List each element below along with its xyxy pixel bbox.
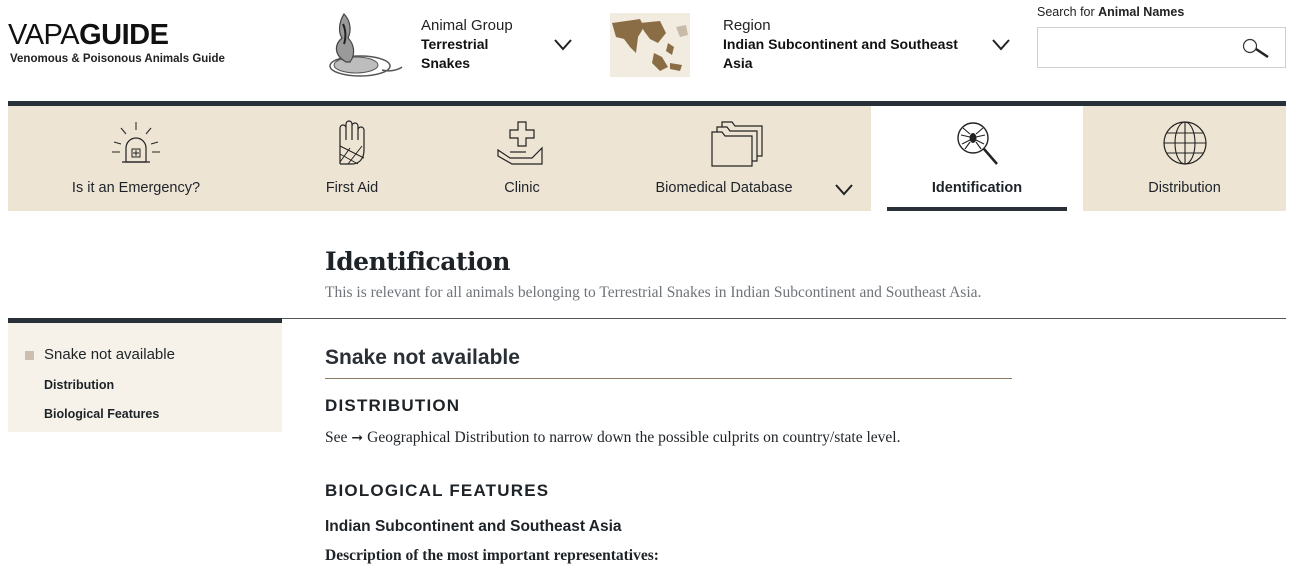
tab-emergency[interactable]: Is it an Emergency? <box>8 106 264 211</box>
biological-features-heading: BIOLOGICAL FEATURES <box>325 481 550 500</box>
sidebar-item-distribution[interactable]: Distribution <box>44 378 114 392</box>
tab-identification-label: Identification <box>931 180 1023 196</box>
distribution-heading: DISTRIBUTION <box>325 396 461 415</box>
region-label: Region <box>723 17 771 34</box>
search-icon[interactable] <box>1239 38 1275 58</box>
emergency-light-icon <box>112 122 160 163</box>
logo-light: VAPA <box>8 19 80 51</box>
active-tab-indicator <box>887 207 1067 211</box>
sidebar-top-border <box>8 318 282 323</box>
sidebar-bullet <box>25 351 34 360</box>
tab-distribution-label: Distribution <box>1148 180 1221 196</box>
folders-icon <box>711 121 763 167</box>
section-divider <box>325 378 1012 379</box>
logo-bold: GUIDE <box>79 19 169 51</box>
cobra-icon <box>329 13 403 77</box>
region-value-line2: Asia <box>723 55 753 71</box>
search-label-bold: Animal Names <box>1098 5 1185 19</box>
search-box[interactable] <box>1037 27 1286 68</box>
chevron-down-icon[interactable] <box>834 183 854 197</box>
animal-group-label: Animal Group <box>421 17 513 34</box>
tab-emergency-label: Is it an Emergency? <box>71 180 201 196</box>
chevron-down-icon[interactable] <box>991 38 1011 52</box>
hand-with-cross-icon <box>497 121 543 165</box>
tab-biomedical-database[interactable]: Biomedical Database <box>606 106 870 211</box>
tab-distribution[interactable]: Distribution <box>1083 106 1286 211</box>
page-subtitle: This is relevant for all animals belongi… <box>325 284 982 301</box>
globe-icon <box>1162 121 1207 165</box>
bandaged-hand-icon <box>339 120 365 165</box>
title-divider <box>282 318 1286 319</box>
tab-first-aid-label: First Aid <box>325 180 379 196</box>
geographical-distribution-link[interactable]: Geographical Distribution <box>367 429 529 446</box>
tab-biomedical-database-label: Biomedical Database <box>655 180 793 196</box>
tab-identification[interactable]: Identification <box>871 106 1083 211</box>
section-heading: Snake not available <box>325 346 520 369</box>
distribution-see-text: See <box>325 429 348 446</box>
region-selector[interactable]: Region Indian Subcontinent and Southeast… <box>723 17 983 73</box>
sidebar-item-snake-not-available[interactable]: Snake not available <box>44 346 175 363</box>
logo-subtitle: Venomous & Poisonous Animals Guide <box>10 53 225 65</box>
animal-group-value-line1: Terrestrial <box>421 36 489 52</box>
search-label: Search for Animal Names <box>1037 5 1184 19</box>
search-input[interactable] <box>1038 28 1238 66</box>
search-label-prefix: Search for <box>1037 5 1099 19</box>
animal-group-selector[interactable]: Animal Group Terrestrial Snakes <box>421 17 551 73</box>
page: VAPAGUIDE Venomous & Poisonous Animals G… <box>0 0 1291 577</box>
chevron-down-icon[interactable] <box>553 38 573 52</box>
arrow-right-icon: ➞ <box>351 430 364 446</box>
sidebar: Snake not available Distribution Biologi… <box>8 318 282 432</box>
page-title: Identification <box>325 247 510 276</box>
sidebar-item-biological-features[interactable]: Biological Features <box>44 407 159 421</box>
animal-group-value-line2: Snakes <box>421 55 471 71</box>
spider-magnifier-icon <box>957 122 998 165</box>
distribution-text: See ➞ Geographical Distribution to narrow … <box>325 429 900 447</box>
region-heading: Indian Subcontinent and Southeast Asia <box>325 518 622 535</box>
distribution-rest-text: to narrow down the possible culprits on … <box>529 429 901 446</box>
main-nav: Is it an Emergency? First Aid Clinic Bio… <box>8 106 1286 211</box>
logo-wordmark: VAPAGUIDE <box>8 20 225 50</box>
logo[interactable]: VAPAGUIDE Venomous & Poisonous Animals G… <box>8 20 225 65</box>
tab-first-aid[interactable]: First Aid <box>266 106 438 211</box>
representatives-text: Description of the most important repres… <box>325 547 659 564</box>
region-value-line1: Indian Subcontinent and Southeast <box>723 36 958 52</box>
region-map-icon <box>610 13 690 77</box>
